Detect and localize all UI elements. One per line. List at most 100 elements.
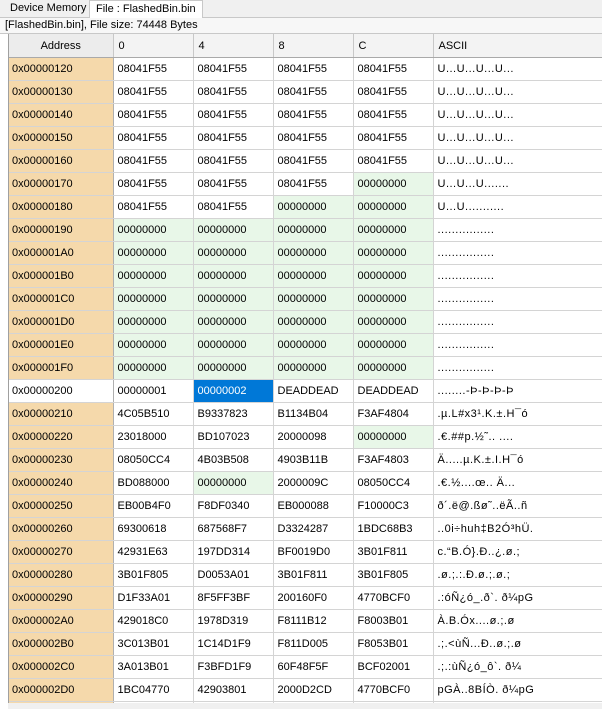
- hex-word-cell[interactable]: 00000000: [193, 356, 274, 380]
- hex-grid[interactable]: Address 0 4 8 C ASCII 0x00000120 08041F55…: [8, 34, 602, 709]
- table-row[interactable]: 0x000001A0 00000000 00000000 00000000 000000…: [9, 241, 602, 265]
- hex-word-cell[interactable]: EB00B4F0: [113, 494, 194, 518]
- hex-word-cell[interactable]: 00000000: [193, 241, 274, 265]
- hex-word-cell[interactable]: 00000000: [273, 356, 354, 380]
- hex-word-cell[interactable]: BF0019D0: [273, 540, 354, 564]
- hex-word-cell[interactable]: 08041F55: [273, 80, 354, 104]
- table-row[interactable]: 0x000002D0 1BC04770 42903801 2000D2CD 4770BC…: [9, 678, 602, 702]
- hex-word-cell[interactable]: 00000000: [193, 218, 274, 242]
- table-row[interactable]: 0x00000260 69300618 687568F7 D3324287 1BDC68…: [9, 517, 602, 541]
- hex-word-cell[interactable]: 00000000: [353, 356, 434, 380]
- ascii-cell[interactable]: ........-Þ-Þ-Þ-Þ: [433, 379, 602, 403]
- table-row[interactable]: 0x000001F0 00000000 00000000 00000000 000000…: [9, 356, 602, 380]
- hex-word-cell[interactable]: 3B01F805: [353, 563, 434, 587]
- hex-word-cell[interactable]: 69300618: [113, 517, 194, 541]
- hex-word-cell[interactable]: 08041F55: [193, 172, 274, 196]
- hex-word-cell[interactable]: BCF02001: [353, 655, 434, 679]
- hex-word-cell[interactable]: 00000000: [193, 310, 274, 334]
- hex-word-cell[interactable]: 00000000: [353, 425, 434, 449]
- ascii-cell[interactable]: À.B.Óx....ø.;.ø: [433, 609, 602, 633]
- hex-word-cell[interactable]: 00000000: [353, 333, 434, 357]
- hex-word-cell[interactable]: 00000000: [113, 218, 194, 242]
- hex-word-cell[interactable]: 08041F55: [113, 126, 194, 150]
- hex-word-cell[interactable]: 1C14D1F9: [193, 632, 274, 656]
- ascii-cell[interactable]: U...U...U...U...: [433, 126, 602, 150]
- ascii-cell[interactable]: ð´.ë@.ßø˜..ëÃ..ñ: [433, 494, 602, 518]
- hex-word-cell[interactable]: D3324287: [273, 517, 354, 541]
- hex-word-cell[interactable]: 08041F55: [193, 195, 274, 219]
- table-row[interactable]: 0x00000250 EB00B4F0 F8DF0340 EB000088 F10000…: [9, 494, 602, 518]
- hex-word-cell[interactable]: 08041F55: [273, 172, 354, 196]
- hex-word-cell[interactable]: 00000000: [273, 264, 354, 288]
- hex-word-cell[interactable]: 4C05B510: [113, 402, 194, 426]
- hex-word-cell[interactable]: 08041F55: [273, 149, 354, 173]
- hex-word-cell[interactable]: 60F48F5F: [273, 655, 354, 679]
- ascii-cell[interactable]: .€.##p.½˜.. ....: [433, 425, 602, 449]
- hex-word-cell[interactable]: 20000098: [273, 425, 354, 449]
- table-row[interactable]: 0x00000180 08041F55 08041F55 00000000 000000…: [9, 195, 602, 219]
- hex-word-cell[interactable]: EB000088: [273, 494, 354, 518]
- table-row[interactable]: 0x00000290 D1F33A01 8F5FF3BF 200160F0 4770BC…: [9, 586, 602, 610]
- hex-word-cell[interactable]: F8DF0340: [193, 494, 274, 518]
- hex-word-cell[interactable]: F3AF4804: [353, 402, 434, 426]
- hex-word-cell[interactable]: 8F5FF3BF: [193, 586, 274, 610]
- hex-word-cell[interactable]: 4B03B508: [193, 448, 274, 472]
- hex-word-cell[interactable]: 1978D319: [193, 609, 274, 633]
- tab-file-flashedbin[interactable]: File : FlashedBin.bin: [89, 0, 203, 18]
- hex-word-cell[interactable]: 429018C0: [113, 609, 194, 633]
- hex-word-cell[interactable]: 200160F0: [273, 586, 354, 610]
- hex-word-cell[interactable]: 00000000: [193, 287, 274, 311]
- ascii-cell[interactable]: U...U...U...U...: [433, 80, 602, 104]
- hex-word-cell[interactable]: 4903B11B: [273, 448, 354, 472]
- hex-word-cell[interactable]: 3A013B01: [113, 655, 194, 679]
- column-header-4[interactable]: 4: [193, 34, 274, 58]
- hex-word-cell[interactable]: 00000000: [273, 333, 354, 357]
- ascii-cell[interactable]: ................: [433, 310, 602, 334]
- tab-device-memory[interactable]: Device Memory: [4, 0, 92, 16]
- hex-word-cell[interactable]: 08041F55: [193, 57, 274, 81]
- hex-word-cell[interactable]: 00000000: [273, 195, 354, 219]
- hex-word-cell[interactable]: 08050CC4: [113, 448, 194, 472]
- ascii-cell[interactable]: U...U...U...U...: [433, 57, 602, 81]
- ascii-cell[interactable]: pGÀ..8BÍÒ. ð¼pG: [433, 678, 602, 702]
- ascii-cell[interactable]: U...U...U...U...: [433, 103, 602, 127]
- table-row[interactable]: 0x000002C0 3A013B01 F3BFD1F9 60F48F5F BCF020…: [9, 655, 602, 679]
- hex-word-cell[interactable]: 2000D2CD: [273, 678, 354, 702]
- hex-word-cell[interactable]: F3BFD1F9: [193, 655, 274, 679]
- hex-word-cell[interactable]: 00000000: [113, 287, 194, 311]
- hex-word-cell[interactable]: 08050CC4: [353, 471, 434, 495]
- hex-word-cell[interactable]: 00000000: [113, 310, 194, 334]
- ascii-cell[interactable]: Ä.....µ.K.±.I.H¯ó: [433, 448, 602, 472]
- hex-word-cell[interactable]: F8003B01: [353, 609, 434, 633]
- hex-word-cell[interactable]: 3B01F811: [353, 540, 434, 564]
- hex-word-cell[interactable]: 08041F55: [273, 57, 354, 81]
- hex-word-cell[interactable]: 08041F55: [353, 103, 434, 127]
- hex-word-cell[interactable]: 2000009C: [273, 471, 354, 495]
- ascii-cell[interactable]: .;.<ùÑ...Ð..ø.;.ø: [433, 632, 602, 656]
- hex-word-cell[interactable]: 00000000: [193, 264, 274, 288]
- table-row[interactable]: 0x00000150 08041F55 08041F55 08041F55 08041F…: [9, 126, 602, 150]
- hex-word-cell[interactable]: 00000000: [113, 356, 194, 380]
- column-header-8[interactable]: 8: [273, 34, 354, 58]
- hex-word-cell[interactable]: 00000001: [113, 379, 194, 403]
- hex-word-cell[interactable]: 08041F55: [113, 103, 194, 127]
- ascii-cell[interactable]: .ø.;.:.Ð.ø.;.ø.;: [433, 563, 602, 587]
- table-row[interactable]: 0x00000130 08041F55 08041F55 08041F55 08041F…: [9, 80, 602, 104]
- ascii-cell[interactable]: U...U...U...U...: [433, 149, 602, 173]
- hex-word-cell[interactable]: 00000000: [353, 264, 434, 288]
- hex-word-cell[interactable]: 08041F55: [113, 172, 194, 196]
- hex-word-cell[interactable]: 23018000: [113, 425, 194, 449]
- ascii-cell[interactable]: ................: [433, 356, 602, 380]
- table-row[interactable]: 0x00000190 00000000 00000000 00000000 000000…: [9, 218, 602, 242]
- hex-word-cell[interactable]: 08041F55: [193, 126, 274, 150]
- hex-word-cell[interactable]: 00000000: [113, 264, 194, 288]
- hex-word-cell[interactable]: 08041F55: [353, 126, 434, 150]
- ascii-cell[interactable]: ................: [433, 287, 602, 311]
- ascii-cell[interactable]: .€.½....œ.. Ä...: [433, 471, 602, 495]
- hex-word-cell[interactable]: 00000000: [353, 218, 434, 242]
- hex-word-cell[interactable]: 08041F55: [113, 57, 194, 81]
- hex-word-cell[interactable]: 00000000: [273, 241, 354, 265]
- hex-word-cell[interactable]: 197DD314: [193, 540, 274, 564]
- hex-word-cell[interactable]: 08041F55: [353, 57, 434, 81]
- hex-word-cell[interactable]: 00000000: [113, 333, 194, 357]
